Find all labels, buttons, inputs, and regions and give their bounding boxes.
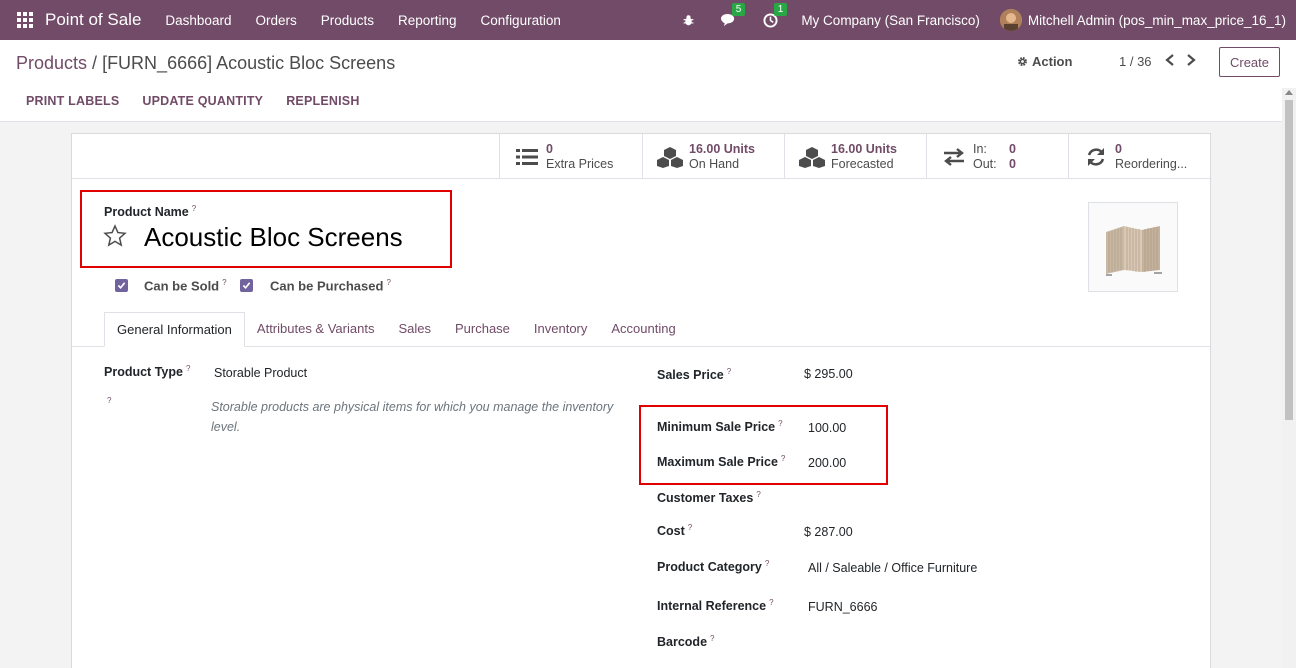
cubes-icon: [657, 146, 683, 168]
product-type-help-text: Storable products are physical items for…: [211, 400, 614, 434]
acoustic-screen-image: [1098, 214, 1168, 280]
breadcrumb-products[interactable]: Products: [16, 53, 87, 73]
product-type-label: Product Type?: [104, 364, 191, 380]
list-icon: [516, 148, 538, 165]
product-category-field[interactable]: All / Saleable / Office Furniture: [808, 561, 977, 575]
header-action-buttons: PRINT LABELS UPDATE QUANTITY REPLENISH: [0, 94, 359, 108]
out-value: 0: [1009, 156, 1016, 171]
smart-buttons: 0 Extra Prices 16.00 Units On Hand 16.00 U…: [72, 134, 1212, 179]
extra-prices-button[interactable]: 0 Extra Prices: [499, 134, 642, 179]
reordering-label: Reordering...: [1115, 156, 1188, 171]
apps-menu-icon[interactable]: [17, 12, 33, 28]
barcode-label: Barcode?: [657, 634, 715, 650]
help-tooltip-label: ?: [107, 396, 112, 405]
tab-inventory[interactable]: Inventory: [522, 312, 599, 347]
product-category-label: Product Category?: [657, 559, 770, 575]
breadcrumb-current: [FURN_6666] Acoustic Bloc Screens: [102, 53, 396, 73]
product-type-select[interactable]: Storable Product: [214, 366, 307, 380]
internal-reference-field[interactable]: FURN_6666: [808, 600, 877, 614]
app-name[interactable]: Point of Sale: [45, 10, 141, 30]
can-be-purchased-label: Can be Purchased?: [270, 278, 391, 294]
tab-general-information[interactable]: General Information: [104, 312, 245, 347]
forecasted-button[interactable]: 16.00 Units Forecasted: [784, 134, 926, 179]
on-hand-label: On Hand: [689, 156, 740, 171]
control-panel: Products / [FURN_6666] Acoustic Bloc Scr…: [0, 40, 1296, 122]
pager-value[interactable]: 1 / 36: [1119, 54, 1152, 69]
page-scrollbar[interactable]: [1282, 88, 1296, 668]
menu-configuration[interactable]: Configuration: [469, 13, 573, 28]
update-quantity-button[interactable]: UPDATE QUANTITY: [142, 94, 263, 108]
top-navbar: Point of Sale Dashboard Orders Products …: [0, 0, 1296, 40]
annotation-highlight-prices: [639, 405, 888, 485]
tab-attributes-variants[interactable]: Attributes & Variants: [245, 312, 387, 347]
menu-dashboard[interactable]: Dashboard: [153, 13, 243, 28]
cubes-icon: [799, 146, 825, 168]
menu-orders[interactable]: Orders: [243, 13, 308, 28]
action-button[interactable]: Action: [1017, 54, 1072, 69]
main-menu: Dashboard Orders Products Reporting Conf…: [153, 13, 572, 28]
reordering-button[interactable]: 0 Reordering...: [1068, 134, 1212, 179]
messages-chat-icon[interactable]: 5: [719, 3, 746, 29]
cost-label: Cost?: [657, 523, 693, 539]
in-label: In:: [973, 141, 987, 156]
create-button[interactable]: Create: [1219, 47, 1280, 77]
gear-icon: [1018, 57, 1027, 66]
notebook-tabs: General Information Attributes & Variant…: [104, 312, 688, 347]
on-hand-value: 16.00 Units: [689, 141, 756, 156]
company-switcher[interactable]: My Company (San Francisco): [801, 13, 980, 28]
messages-badge: 5: [731, 3, 746, 16]
in-out-button[interactable]: In: 0 Out: 0: [926, 134, 1068, 179]
print-labels-button[interactable]: PRINT LABELS: [26, 94, 119, 108]
can-be-sold-label: Can be Sold?: [144, 278, 227, 294]
tab-sales[interactable]: Sales: [386, 312, 443, 347]
chevron-left-icon[interactable]: [1162, 52, 1178, 68]
breadcrumb-separator: /: [87, 53, 103, 73]
internal-reference-label: Internal Reference?: [657, 598, 774, 614]
refresh-icon: [1087, 147, 1105, 166]
can-be-sold-checkbox[interactable]: [115, 279, 128, 292]
reordering-value: 0: [1115, 141, 1122, 156]
tab-accounting[interactable]: Accounting: [599, 312, 687, 347]
scroll-thumb[interactable]: [1285, 100, 1293, 420]
breadcrumb: Products / [FURN_6666] Acoustic Bloc Scr…: [16, 53, 395, 74]
action-label: Action: [1032, 54, 1073, 69]
menu-reporting[interactable]: Reporting: [386, 13, 469, 28]
debug-bug-icon[interactable]: [679, 11, 697, 29]
scroll-up-arrow-icon[interactable]: [1285, 90, 1293, 95]
form-sheet: 0 Extra Prices 16.00 Units On Hand 16.00 U…: [71, 133, 1212, 668]
activities-badge: 1: [773, 3, 788, 16]
extra-prices-label: Extra Prices: [546, 156, 614, 171]
can-be-purchased-checkbox[interactable]: [240, 279, 253, 292]
forecasted-label: Forecasted: [831, 156, 894, 171]
out-label: Out:: [973, 156, 997, 171]
activities-clock-icon[interactable]: 1: [761, 3, 788, 29]
forecasted-value: 16.00 Units: [831, 141, 898, 156]
exchange-arrows-icon: [944, 147, 964, 166]
user-avatar[interactable]: [999, 9, 1022, 31]
product-image[interactable]: [1088, 202, 1178, 292]
customer-taxes-label: Customer Taxes?: [657, 490, 761, 506]
cost-field[interactable]: $ 287.00: [804, 525, 853, 539]
replenish-button[interactable]: REPLENISH: [286, 94, 359, 108]
tab-purchase[interactable]: Purchase: [443, 312, 522, 347]
on-hand-button[interactable]: 16.00 Units On Hand: [642, 134, 784, 179]
in-value: 0: [1009, 141, 1016, 156]
user-menu[interactable]: Mitchell Admin (pos_min_max_price_16_1): [1028, 13, 1286, 28]
sales-price-label: Sales Price?: [657, 367, 732, 383]
sales-price-field[interactable]: $ 295.00: [804, 367, 853, 381]
chevron-right-icon[interactable]: [1183, 52, 1199, 68]
extra-prices-value: 0: [546, 141, 553, 156]
annotation-highlight-name: [80, 190, 452, 268]
menu-products[interactable]: Products: [309, 13, 386, 28]
